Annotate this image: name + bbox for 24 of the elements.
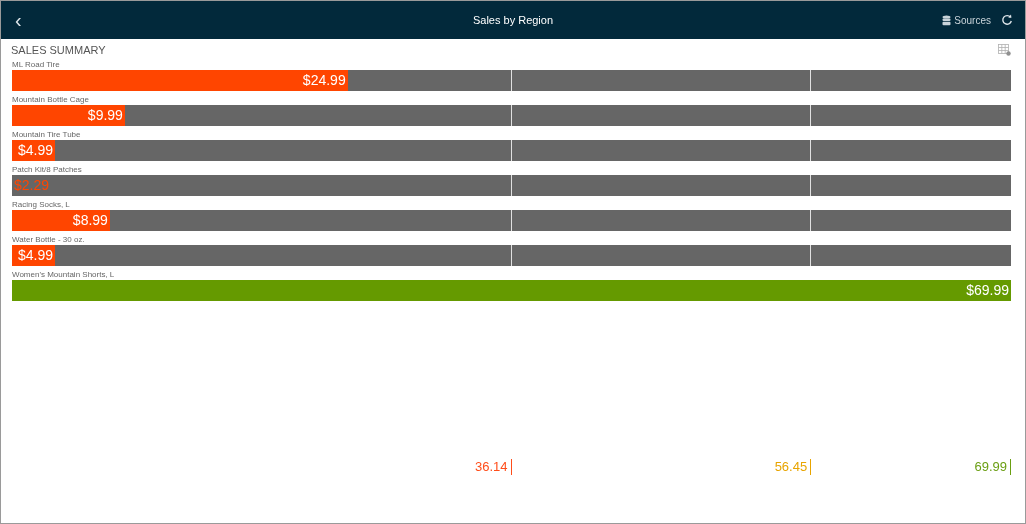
threshold-value: 69.99	[974, 459, 1011, 475]
bar-value: $9.99	[86, 107, 124, 124]
sources-button[interactable]: Sources	[942, 14, 991, 26]
window-title: Sales by Region	[472, 14, 554, 26]
item-label: ML Road Tire	[12, 59, 61, 70]
bar-value: $8.99	[71, 212, 109, 229]
grid-settings-icon[interactable]	[998, 44, 1011, 56]
refresh-icon[interactable]	[1001, 14, 1013, 26]
item-label: Women's Mountain Shorts, L	[12, 269, 116, 280]
threshold-value: 36.14	[474, 459, 512, 475]
item-label: Mountain Bottle Cage	[12, 94, 90, 105]
item-label: Patch Kit/8 Patches	[12, 164, 83, 175]
database-icon	[942, 14, 952, 26]
item-label: Water Bottle - 30 oz.	[12, 234, 86, 245]
section-title: SALES SUMMARY	[11, 44, 106, 56]
bar-value: $2.29	[13, 177, 51, 194]
item-label: Racing Socks, L	[12, 199, 71, 210]
threshold-value: 56.45	[774, 459, 812, 475]
bar-value: $24.99	[301, 72, 347, 89]
bar-value: $69.99	[965, 282, 1010, 299]
back-button[interactable]: ‹	[11, 8, 26, 32]
bar-value: $4.99	[16, 142, 54, 159]
bar-value: $4.99	[16, 247, 54, 264]
item-label: Mountain Tire Tube	[12, 129, 82, 140]
